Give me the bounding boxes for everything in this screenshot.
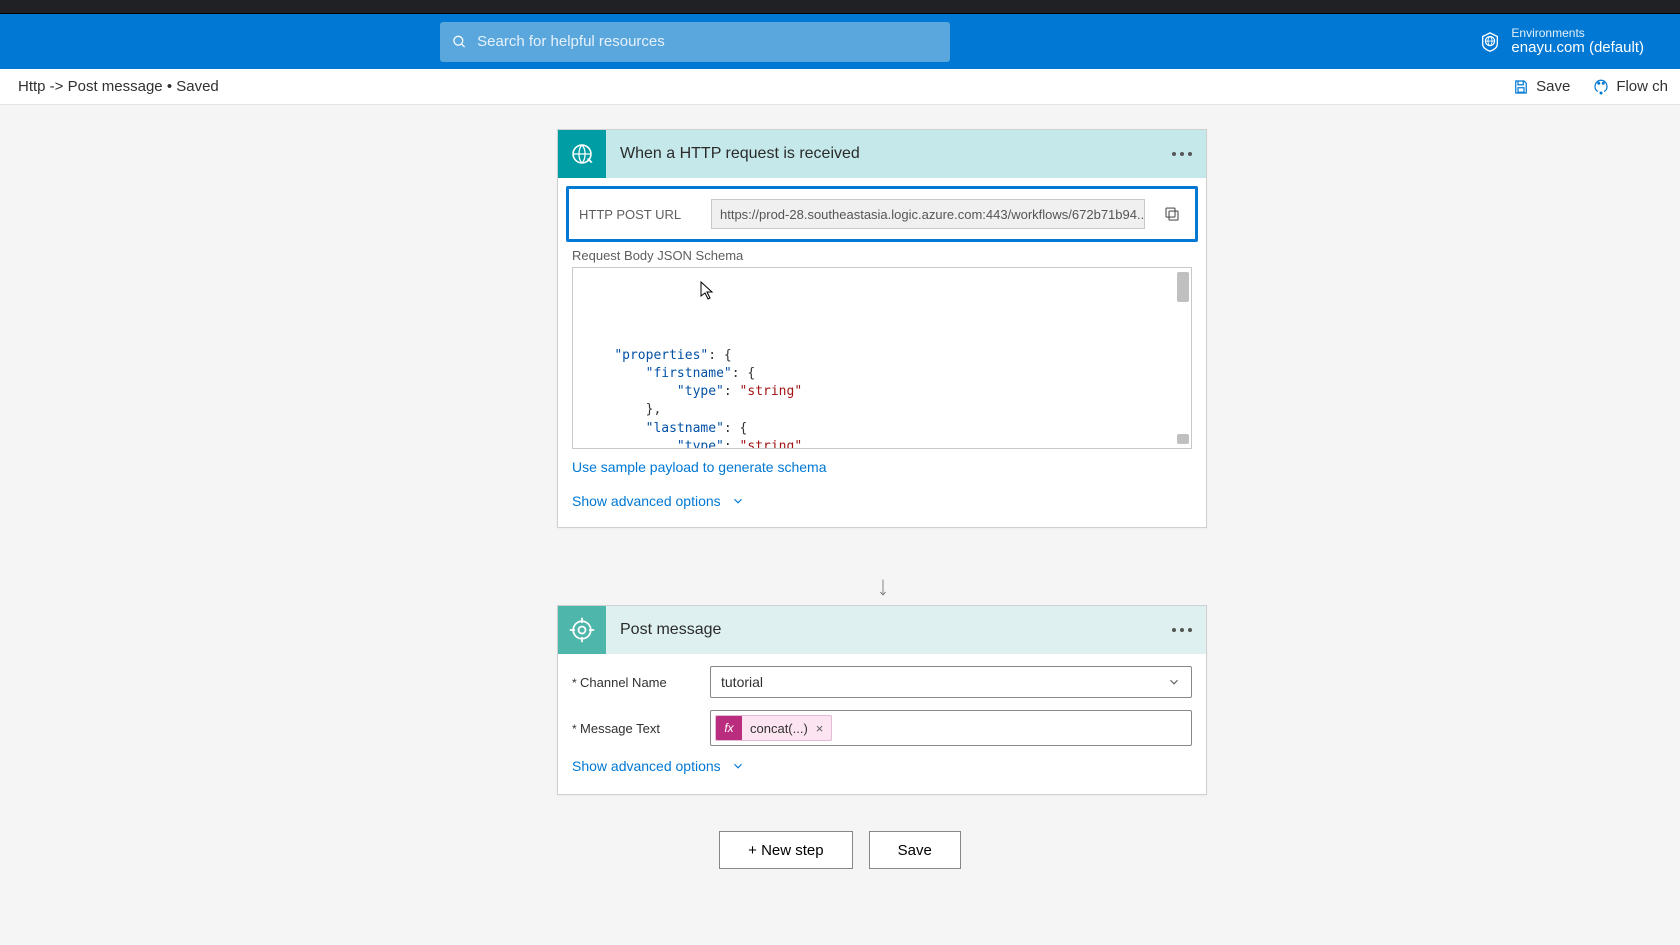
bottom-actions: + New step Save xyxy=(0,831,1680,869)
http-post-url-row: HTTP POST URL https://prod-28.southeasta… xyxy=(566,186,1198,242)
expression-token[interactable]: fx concat(...) × xyxy=(715,715,832,741)
trigger-title: When a HTTP request is received xyxy=(620,145,860,163)
chevron-down-icon xyxy=(1167,675,1181,689)
remove-token-button[interactable]: × xyxy=(816,721,832,736)
environment-icon xyxy=(1479,31,1501,53)
flow-canvas[interactable]: When a HTTP request is received HTTP POS… xyxy=(0,105,1680,945)
copy-url-button[interactable] xyxy=(1159,201,1185,227)
environment-label: Environments xyxy=(1511,27,1644,40)
save-action[interactable]: Save xyxy=(1512,78,1570,96)
message-text-input[interactable]: fx concat(...) × xyxy=(710,710,1192,746)
action-more-button[interactable] xyxy=(1172,628,1192,632)
trigger-card: When a HTTP request is received HTTP POS… xyxy=(557,129,1207,528)
post-message-icon xyxy=(558,606,606,654)
scrollbar-thumb-bottom[interactable] xyxy=(1177,434,1189,444)
trigger-more-button[interactable] xyxy=(1172,152,1192,156)
copy-icon xyxy=(1163,205,1181,223)
schema-editor[interactable]: "properties": { "firstname": { "type": "… xyxy=(572,267,1192,449)
http-post-url-label: HTTP POST URL xyxy=(579,207,697,222)
http-post-url-value[interactable]: https://prod-28.southeastasia.logic.azur… xyxy=(711,199,1145,229)
subheader-bar: Http -> Post message • Saved Save Flow c… xyxy=(0,69,1680,105)
app-header: Environments enayu.com (default) xyxy=(0,14,1680,69)
trigger-advanced-toggle[interactable]: Show advanced options xyxy=(572,493,1192,509)
channel-name-value: tutorial xyxy=(721,674,763,690)
message-text-label: Message Text xyxy=(572,721,696,736)
save-button[interactable]: Save xyxy=(869,831,961,869)
trigger-card-header[interactable]: When a HTTP request is received xyxy=(558,130,1206,178)
channel-name-select[interactable]: tutorial xyxy=(710,666,1192,698)
browser-chrome-bar xyxy=(0,0,1680,14)
action-card-header[interactable]: Post message xyxy=(558,606,1206,654)
search-box[interactable] xyxy=(440,22,950,62)
environment-picker[interactable]: Environments enayu.com (default) xyxy=(1479,27,1644,57)
trigger-advanced-label: Show advanced options xyxy=(572,493,721,509)
flow-checker-label: Flow ch xyxy=(1616,78,1668,95)
breadcrumb: Http -> Post message • Saved xyxy=(18,78,219,95)
search-icon xyxy=(452,34,467,50)
token-label: concat(...) xyxy=(742,721,816,736)
action-advanced-label: Show advanced options xyxy=(572,758,721,774)
http-trigger-icon xyxy=(558,130,606,178)
chevron-down-icon xyxy=(731,759,745,773)
search-input[interactable] xyxy=(477,33,938,50)
action-advanced-toggle[interactable]: Show advanced options xyxy=(572,758,1192,774)
environment-value: enayu.com (default) xyxy=(1511,40,1644,57)
scrollbar-thumb[interactable] xyxy=(1177,272,1189,302)
action-card: Post message Channel Name tutorial Messa… xyxy=(557,605,1207,795)
use-sample-payload-link[interactable]: Use sample payload to generate schema xyxy=(572,459,826,475)
save-icon xyxy=(1512,78,1530,96)
chevron-down-icon xyxy=(731,494,745,508)
new-step-button[interactable]: + New step xyxy=(719,831,852,869)
flow-checker-action[interactable]: Flow ch xyxy=(1592,78,1668,96)
save-label: Save xyxy=(1536,78,1570,95)
action-title: Post message xyxy=(620,621,721,639)
flow-checker-icon xyxy=(1592,78,1610,96)
channel-name-label: Channel Name xyxy=(572,675,696,690)
fx-icon: fx xyxy=(716,715,742,741)
schema-label: Request Body JSON Schema xyxy=(572,248,1192,263)
